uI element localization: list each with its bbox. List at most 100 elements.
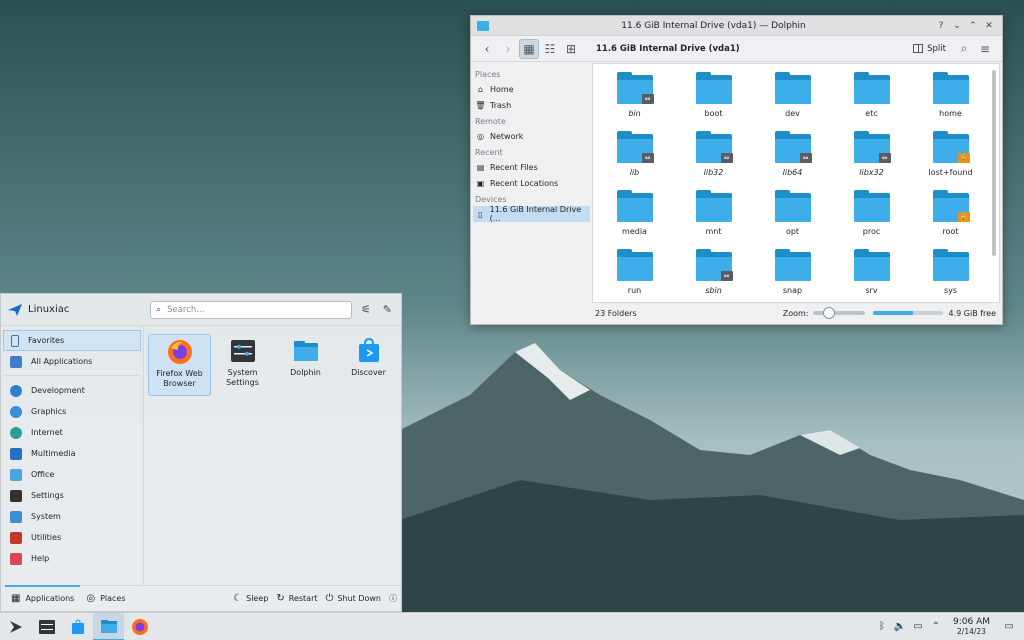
folder-item[interactable]: home	[911, 70, 990, 129]
folder-icon	[932, 249, 969, 281]
split-button[interactable]: Split	[913, 44, 946, 54]
settings-icon	[10, 489, 22, 502]
folder-item[interactable]: ⇔ lib32	[674, 129, 753, 188]
power-action-button[interactable]: ↻ Restart	[276, 593, 317, 604]
category-item[interactable]: Utilities	[3, 527, 141, 548]
folder-item[interactable]: ⇔ libx32	[832, 129, 911, 188]
search-icon[interactable]: ⌕	[954, 39, 974, 59]
folder-item[interactable]: ⇔ lib64	[753, 129, 832, 188]
folder-name: etc	[865, 109, 878, 118]
volume-icon[interactable]: 🔈	[891, 621, 909, 632]
category-item[interactable]: Internet	[3, 422, 141, 443]
show-desktop-icon[interactable]: ▭	[1000, 621, 1018, 632]
folder-grid: ⇔ bin boot dev etc home ⇔ lib ⇔ lib32 ⇔ lib64 ⇔ libx3…	[593, 64, 999, 306]
category-item[interactable]: Multimedia	[3, 443, 141, 464]
kde-launcher-icon[interactable]	[0, 613, 31, 640]
category-item[interactable]: Help	[3, 548, 141, 569]
folder-item[interactable]: srv	[832, 247, 911, 306]
zoom-slider-handle[interactable]	[822, 307, 835, 319]
search-placeholder: Search...	[167, 304, 205, 315]
folder-item[interactable]: etc	[832, 70, 911, 129]
more-options-icon[interactable]: ⓘ	[389, 593, 397, 604]
folder-item[interactable]: snap	[753, 247, 832, 306]
folder-item[interactable]: dev	[753, 70, 832, 129]
folder-item[interactable]: 🔒 lost+found	[911, 129, 990, 188]
icons-view-icon[interactable]: ▦	[519, 38, 539, 59]
network-tray-icon[interactable]: ▭	[909, 621, 927, 632]
vertical-scrollbar[interactable]	[992, 70, 996, 256]
power-action-button[interactable]: ⏻ Shut Down	[326, 593, 382, 604]
maximize-button[interactable]: ⌃	[966, 21, 980, 31]
firefox-task-icon[interactable]	[124, 613, 155, 640]
file-view[interactable]: ⇔ bin boot dev etc home ⇔ lib ⇔ lib32 ⇔ lib64 ⇔ libx3…	[592, 63, 1000, 303]
folder-item[interactable]: ⇔ lib	[595, 129, 674, 188]
launcher-header: Linuxiac ⌕ Search... ⚟ ✎	[1, 294, 401, 325]
recent-files-icon: ▤	[476, 162, 485, 172]
bluetooth-icon[interactable]: ᛒ	[873, 621, 891, 632]
pin-icon[interactable]: ✎	[380, 302, 395, 318]
development-icon	[10, 384, 22, 397]
disk-usage-bar	[872, 311, 943, 315]
folder-item[interactable]: opt	[753, 188, 832, 247]
system-icon	[10, 510, 22, 523]
minimize-button[interactable]: ⌄	[950, 21, 964, 31]
lock-emblem-icon: 🔒	[957, 212, 970, 222]
category-item[interactable]: System	[3, 506, 141, 527]
close-button[interactable]: ✕	[982, 21, 996, 31]
category-item[interactable]: All Applications	[3, 351, 141, 372]
hamburger-menu-icon[interactable]: ≡	[975, 39, 995, 59]
configure-icon[interactable]: ⚟	[358, 302, 373, 318]
network-icon: ◎	[477, 131, 484, 141]
app-tile[interactable]: System Settings	[211, 334, 274, 396]
places-item[interactable]: ▣ Recent Locations	[471, 175, 592, 191]
location-breadcrumb[interactable]: 11.6 GiB Internal Drive (vda1)	[596, 44, 913, 54]
folder-app-icon	[477, 20, 489, 31]
folder-item[interactable]: 🔒 root	[911, 188, 990, 247]
search-input[interactable]: ⌕ Search...	[150, 300, 353, 319]
launcher-tab[interactable]: ◎ Places	[80, 586, 131, 612]
app-tile[interactable]: Discover	[337, 334, 400, 396]
system-settings-task-icon[interactable]	[31, 613, 62, 640]
app-tile[interactable]: Firefox Web Browser	[148, 334, 211, 396]
folder-item[interactable]: mnt	[674, 188, 753, 247]
category-item[interactable]: Development	[3, 380, 141, 401]
zoom-slider[interactable]	[812, 307, 865, 319]
folder-icon: ⇔	[616, 131, 654, 163]
folder-item[interactable]: run	[595, 247, 674, 306]
folder-item[interactable]: proc	[832, 188, 911, 247]
folder-item[interactable]: sys	[911, 247, 990, 306]
places-item[interactable]: 🗑 Trash	[471, 97, 592, 113]
symlink-emblem-icon: ⇔	[799, 153, 812, 163]
folder-icon: ⇔	[695, 131, 733, 163]
folder-item[interactable]: ⇔ sbin	[674, 247, 753, 306]
power-action-button[interactable]: ☾ Sleep	[233, 593, 268, 604]
folder-item[interactable]: ⇔ bin	[595, 70, 674, 129]
details-view-icon[interactable]: ⊞	[561, 39, 581, 59]
places-item[interactable]: ▯ 11.6 GiB Internal Drive (...	[473, 205, 590, 223]
category-item[interactable]: Graphics	[3, 401, 141, 422]
help-button[interactable]: ?	[934, 21, 948, 31]
folder-item[interactable]: media	[595, 188, 674, 247]
back-arrow-icon[interactable]: ‹	[477, 39, 497, 59]
launcher-tab[interactable]: ▦ Applications	[5, 584, 81, 612]
places-item[interactable]: ⌂ Home	[471, 81, 592, 97]
compass-icon: ◎	[86, 593, 96, 604]
graphics-icon	[10, 405, 22, 418]
category-item[interactable]: Settings	[3, 485, 141, 506]
chevron-up-icon[interactable]: ⌃	[927, 621, 945, 632]
window-titlebar[interactable]: 11.6 GiB Internal Drive (vda1) — Dolphin…	[471, 16, 1002, 36]
dolphin-task-icon[interactable]	[93, 612, 124, 640]
places-item[interactable]: ▤ Recent Files	[471, 159, 592, 175]
folder-name: opt	[785, 227, 800, 236]
places-item[interactable]: ◎ Network	[471, 128, 592, 144]
category-label: System	[31, 512, 61, 521]
discover-task-icon[interactable]	[62, 613, 93, 640]
category-item[interactable]: Office	[3, 464, 141, 485]
forward-arrow-icon[interactable]: ›	[498, 39, 518, 59]
app-tile[interactable]: Dolphin	[274, 334, 337, 396]
category-item[interactable]: Favorites	[3, 330, 141, 351]
clock[interactable]: 9:06 AM 2/14/23	[953, 617, 990, 637]
compact-view-icon[interactable]: ☷	[540, 39, 560, 59]
places-section-header: Recent	[475, 148, 503, 157]
folder-item[interactable]: boot	[674, 70, 753, 129]
